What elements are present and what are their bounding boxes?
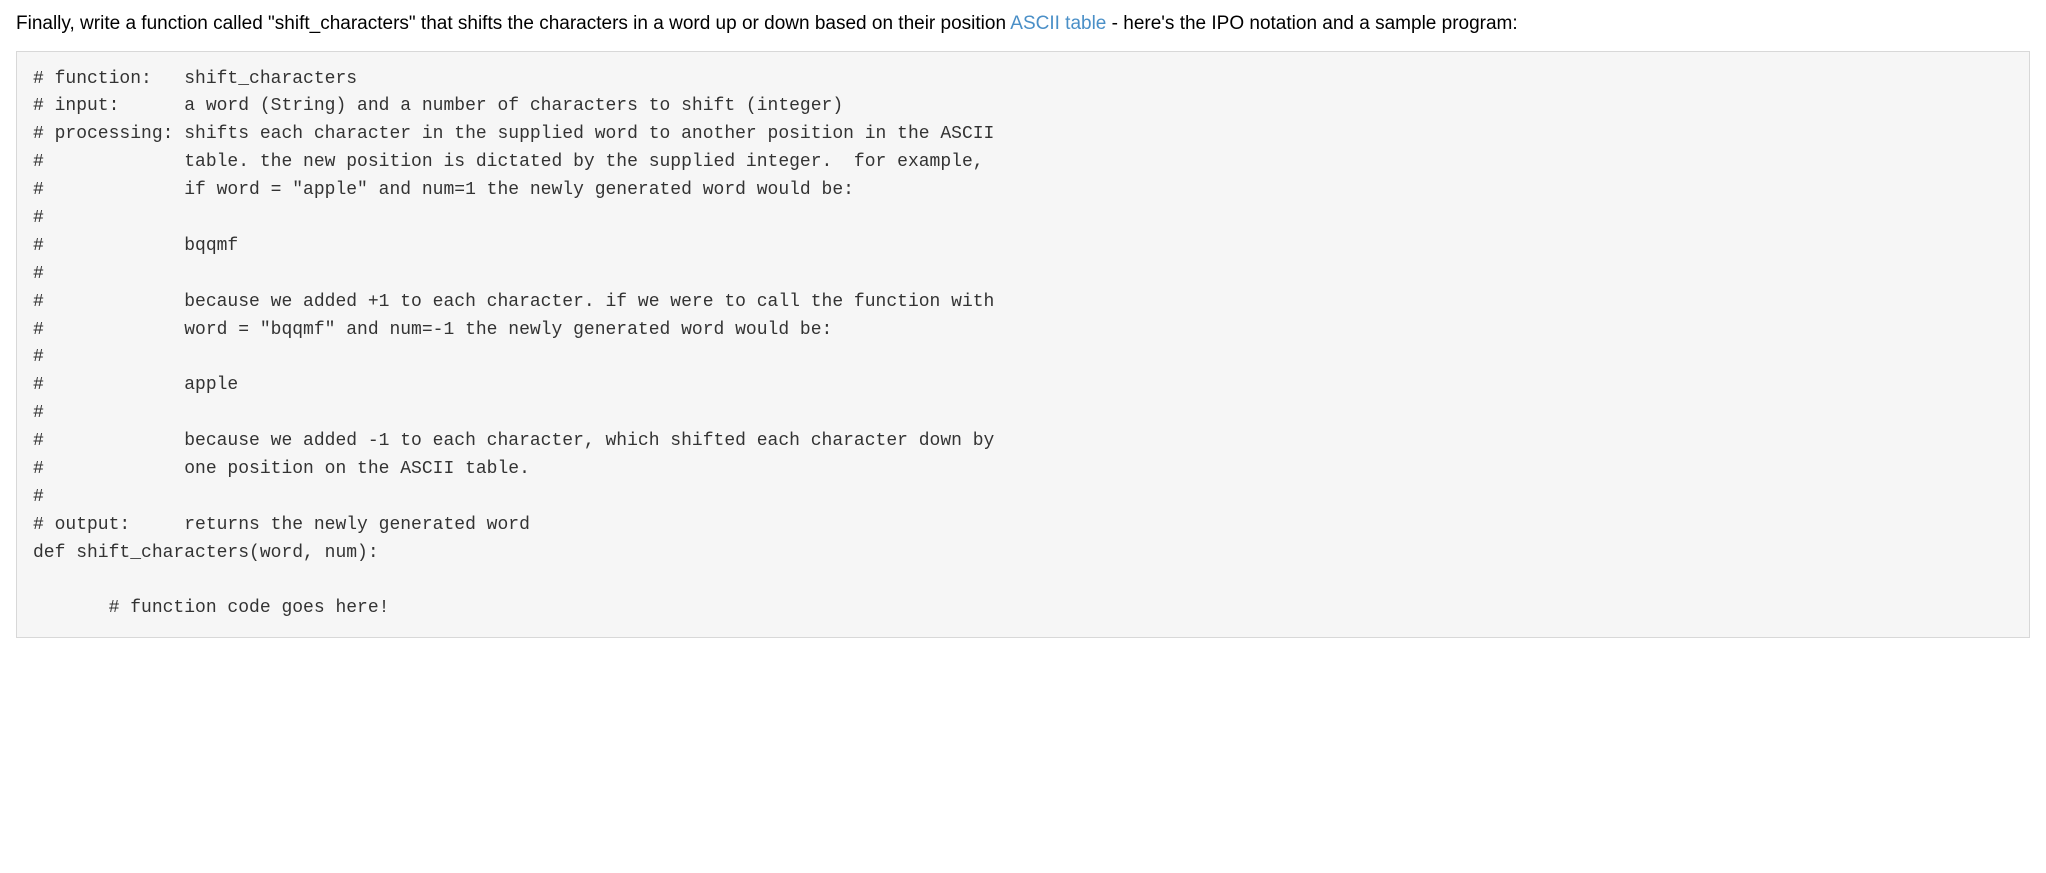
intro-after-link: - here's the IPO notation and a sample p… <box>1106 13 1517 34</box>
code-sample: # function: shift_characters # input: a … <box>16 51 2030 639</box>
ascii-table-link[interactable]: ASCII table <box>1010 13 1106 34</box>
intro-paragraph: Finally, write a function called "shift_… <box>16 10 2030 39</box>
intro-before-link: Finally, write a function called "shift_… <box>16 13 1010 34</box>
